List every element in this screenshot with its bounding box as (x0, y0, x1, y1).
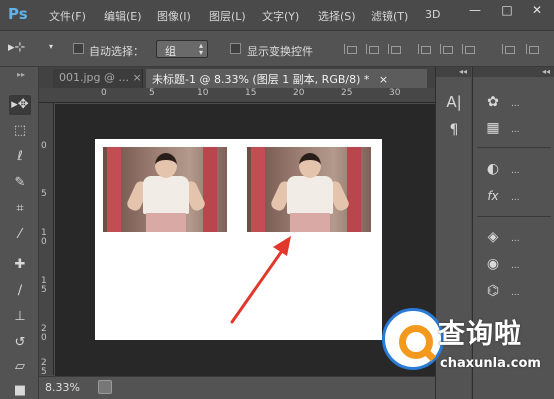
channels-panel-icon[interactable]: ◉ (483, 255, 503, 273)
collapse-tools-icon[interactable]: ▸▸ (10, 65, 32, 85)
distribute-vcenter-icon[interactable] (526, 44, 540, 54)
ruler-tick-label: 1 5 (41, 276, 47, 295)
marquee-tool-icon[interactable]: ⬚ (9, 121, 31, 141)
panel-dots: ... (511, 166, 520, 176)
healing-brush-tool-icon[interactable]: ✚ (9, 255, 31, 275)
crop-tool-icon[interactable]: ⌗ (9, 199, 31, 219)
menu-image[interactable]: 图像(I) (157, 8, 191, 24)
select-arrows-icon: ▴ ▾ (198, 41, 203, 57)
panel-dots: ... (511, 99, 520, 109)
ruler-tick-label: 5 (149, 88, 155, 98)
lasso-tool-icon[interactable]: ℓ (9, 147, 31, 167)
ruler-tick-label: 1 0 (41, 228, 47, 247)
ruler-tick-label: 0 (41, 141, 47, 151)
close-button[interactable]: ✕ (522, 0, 552, 20)
panel-dots: ... (511, 125, 520, 135)
move-tool-preset-icon[interactable]: ▸⊹ (8, 40, 25, 55)
ruler-tick-label: 15 (245, 88, 257, 98)
panel-dots: ... (511, 193, 520, 203)
ruler-tick-label: 20 (293, 88, 305, 98)
status-bar: 8.33% (39, 376, 435, 399)
ruler-tick-label: 30 (389, 88, 401, 98)
menu-type[interactable]: 文字(Y) (262, 8, 299, 24)
photo-layer-original[interactable] (103, 147, 227, 232)
menu-file[interactable]: 文件(F) (49, 8, 86, 24)
photo-layer-copy[interactable] (247, 147, 371, 232)
ruler-tick-label: 10 (197, 88, 209, 98)
document-tabs: 001.jpg @ ... × 未标题-1 @ 8.33% (图层 1 副本, … (39, 67, 435, 88)
character-panel-icon[interactable]: A| (444, 93, 464, 111)
ruler-tick-label: 2 5 (41, 358, 47, 377)
collapse-dock-icon[interactable]: ◂◂ (436, 67, 471, 77)
clone-stamp-tool-icon[interactable]: ⊥ (9, 307, 31, 327)
brush-tool-icon[interactable]: ∕ (9, 281, 31, 301)
watermark-url: chaxunla.com (440, 356, 541, 371)
group-select-value: 组 (165, 45, 176, 58)
move-tool-icon[interactable]: ▸✥ (9, 95, 31, 115)
panel-dots: ... (511, 288, 520, 298)
quick-select-tool-icon[interactable]: ✎ (9, 173, 31, 193)
ruler-tick-label: 0 (101, 88, 107, 98)
show-transform-checkbox[interactable] (230, 43, 241, 54)
restore-button[interactable]: □ (492, 0, 522, 20)
tab-close-icon[interactable]: × (133, 71, 142, 84)
align-bottom-icon[interactable] (388, 44, 402, 54)
history-brush-tool-icon[interactable]: ↺ (9, 333, 31, 353)
watermark-title: 查询啦 (438, 319, 522, 350)
photoshop-logo: Ps (8, 5, 28, 23)
window-controls: — □ ✕ (458, 0, 554, 24)
tools-panel: ▸▸ ▸✥ ⬚ ℓ ✎ ⌗ ⁄ ✚ ∕ ⊥ ↺ ▱ ■ (0, 67, 39, 399)
paths-panel-icon[interactable]: ⌬ (483, 282, 503, 300)
swatches-panel-icon[interactable]: ▦ (483, 119, 503, 137)
auto-select-checkbox[interactable] (73, 43, 84, 54)
watermark-logo-icon (382, 308, 444, 370)
menu-bar: Ps 文件(F) 编辑(E) 图像(I) 图层(L) 文字(Y) 选择(S) 滤… (0, 0, 554, 31)
align-vcenter-icon[interactable] (366, 44, 380, 54)
tab-label: 未标题-1 @ 8.33% (图层 1 副本, RGB/8) * (152, 73, 370, 86)
align-left-icon[interactable] (418, 44, 432, 54)
align-top-icon[interactable] (344, 44, 358, 54)
panel-dots: ... (511, 261, 520, 271)
canvas-workspace[interactable] (55, 104, 435, 376)
gradient-tool-icon[interactable]: ■ (9, 381, 31, 399)
ruler-tick-label: 2 0 (41, 324, 47, 343)
styles-panel-icon[interactable]: fx (483, 187, 503, 205)
ruler-vertical[interactable]: 0 5 1 0 1 5 2 0 2 5 (39, 103, 54, 377)
zoom-level[interactable]: 8.33% (45, 381, 80, 394)
tab-untitled-1[interactable]: 未标题-1 @ 8.33% (图层 1 副本, RGB/8) * × (146, 69, 427, 88)
auto-select-label: 自动选择： (89, 45, 144, 58)
auto-select-target-select[interactable]: 组 ▴ ▾ (156, 40, 208, 58)
document-canvas[interactable] (95, 139, 382, 340)
tab-001-jpg[interactable]: 001.jpg @ ... × (53, 69, 143, 88)
adjustments-panel-icon[interactable]: ◐ (483, 160, 503, 178)
align-right-icon[interactable] (462, 44, 476, 54)
minimize-button[interactable]: — (460, 0, 490, 20)
options-bar: ▸⊹ ▾ 自动选择： 组 ▴ ▾ 显示变换控件 (0, 31, 554, 67)
menu-select[interactable]: 选择(S) (318, 8, 356, 24)
eyedropper-tool-icon[interactable]: ⁄ (9, 225, 31, 245)
panel-dots: ... (511, 234, 520, 244)
ruler-tick-label: 5 (41, 189, 47, 199)
distribute-top-icon[interactable] (502, 44, 516, 54)
menu-layer[interactable]: 图层(L) (209, 8, 246, 24)
tab-label: 001.jpg @ ... (59, 71, 129, 84)
layers-panel-icon[interactable]: ◈ (483, 228, 503, 246)
color-panel-icon[interactable]: ✿ (483, 93, 503, 111)
paragraph-panel-icon[interactable]: ¶ (444, 121, 464, 139)
menu-3d[interactable]: 3D (425, 8, 440, 21)
chaxunla-watermark: 查询啦 chaxunla.com (380, 304, 554, 399)
eraser-tool-icon[interactable]: ▱ (9, 357, 31, 377)
menu-filter[interactable]: 滤镜(T) (371, 8, 408, 24)
preset-dropdown-icon[interactable]: ▾ (49, 42, 53, 51)
align-hcenter-icon[interactable] (440, 44, 454, 54)
show-transform-label: 显示变换控件 (247, 45, 313, 58)
tab-close-icon[interactable]: × (379, 73, 388, 86)
ruler-tick-label: 25 (341, 88, 353, 98)
document-info-icon[interactable] (98, 380, 112, 394)
ruler-horizontal[interactable]: 0 5 10 15 20 25 30 (39, 88, 435, 103)
menu-edit[interactable]: 编辑(E) (104, 8, 142, 24)
collapse-dock-icon[interactable]: ◂◂ (473, 67, 554, 77)
